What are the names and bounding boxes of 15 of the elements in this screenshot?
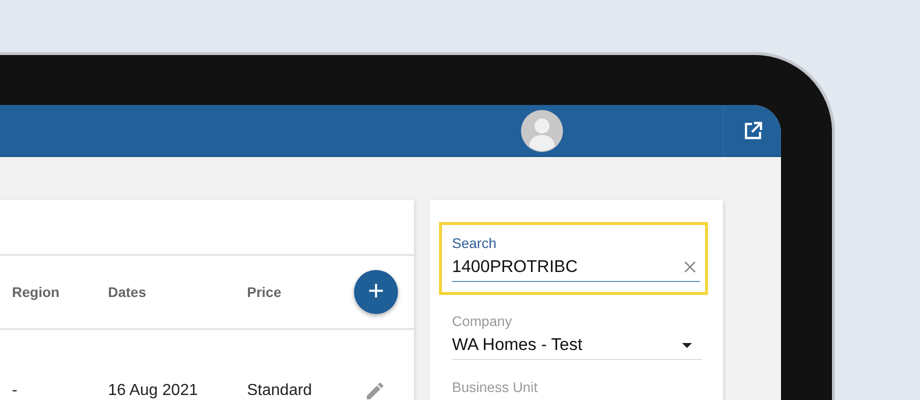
- table-cell-text: -: [12, 382, 18, 400]
- caret-icon: [682, 342, 692, 348]
- avatar-icon[interactable]: [521, 110, 563, 152]
- pencil-icon[interactable]: [364, 380, 386, 400]
- close-icon[interactable]: [684, 261, 696, 273]
- table-cell-text: Standard: [247, 382, 313, 400]
- company-dropdown[interactable]: Company WA Homes - Test: [452, 313, 702, 360]
- table-cell-text: 16 Aug 2021: [108, 382, 199, 400]
- column-header: Dates: [108, 284, 148, 300]
- open-external-icon[interactable]: [742, 120, 762, 140]
- column-header: Region: [12, 284, 60, 300]
- add-button[interactable]: +: [354, 270, 398, 314]
- search-field[interactable]: Search 1400PROTRIBC: [452, 235, 700, 282]
- column-header: Price: [247, 284, 282, 300]
- field-label: Business Unit: [452, 380, 539, 396]
